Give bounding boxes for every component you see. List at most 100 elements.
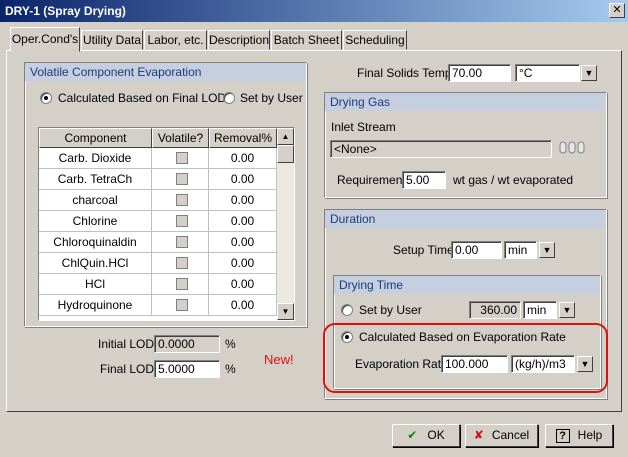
table-row[interactable]: Chloroquinaldin 0.00: [39, 232, 277, 253]
tab-labor[interactable]: Labor, etc.: [144, 30, 207, 50]
setup-time-unit-select[interactable]: min: [504, 241, 537, 259]
volatile-checkbox[interactable]: [176, 215, 188, 227]
volatile-cell: [152, 295, 209, 316]
column-header-component: Component: [39, 128, 152, 148]
ok-button-label: OK: [427, 428, 445, 442]
tab-description[interactable]: Description: [208, 30, 270, 50]
cancel-x-icon: ✘: [473, 428, 484, 442]
cancel-button[interactable]: ✘ Cancel: [465, 424, 538, 447]
component-cell: ChlQuin.HCl: [39, 253, 152, 274]
chevron-down-icon[interactable]: ▼: [539, 242, 555, 258]
final-lod-field[interactable]: 5.0000: [154, 360, 220, 378]
requirement-field[interactable]: 5.00: [402, 171, 446, 189]
close-button[interactable]: ✕: [609, 3, 625, 18]
component-cell: Chloroquinaldin: [39, 232, 152, 253]
help-icon: ?: [555, 429, 570, 443]
scroll-up-icon[interactable]: ▲: [277, 128, 294, 145]
radio-calc-final-lod[interactable]: [40, 92, 52, 104]
table-row[interactable]: Carb. TetraCh 0.00: [39, 169, 277, 190]
volatile-cell: [152, 190, 209, 211]
initial-lod-label: Initial LOD: [98, 337, 155, 351]
drying-user-time-field: 360.00: [469, 301, 521, 319]
help-button[interactable]: ? Help: [545, 424, 613, 447]
removal-cell[interactable]: 0.00: [209, 211, 277, 232]
tab-label: Utility Data: [82, 33, 141, 47]
volatile-cell: [152, 253, 209, 274]
new-annotation-label: New!: [264, 352, 294, 367]
group-header: Volatile Component Evaporation: [25, 63, 306, 81]
ok-button[interactable]: ✔ OK: [392, 424, 460, 447]
requirement-unit: wt gas / wt evaporated: [453, 173, 574, 187]
group-header: Drying Time: [334, 276, 600, 294]
radio-calc-final-lod-label: Calculated Based on Final LOD: [58, 91, 227, 105]
volatile-checkbox[interactable]: [176, 194, 188, 206]
component-cell: Carb. Dioxide: [39, 148, 152, 169]
volatile-checkbox[interactable]: [176, 257, 188, 269]
volatile-cell: [152, 211, 209, 232]
component-cell: Chlorine: [39, 211, 152, 232]
table-row[interactable]: ChlQuin.HCl 0.00: [39, 253, 277, 274]
radio-drying-set-by-user[interactable]: [341, 304, 353, 316]
cancel-button-label: Cancel: [491, 428, 530, 442]
inlet-stream-field[interactable]: <None>: [330, 140, 552, 158]
setup-time-label: Setup Time: [393, 243, 454, 257]
tab-scheduling[interactable]: Scheduling: [343, 30, 407, 50]
final-solids-temp-label: Final Solids Temp.: [357, 66, 455, 80]
removal-cell[interactable]: 0.00: [209, 274, 277, 295]
inlet-stream-label: Inlet Stream: [331, 120, 396, 134]
table-row[interactable]: Hydroquinone 0.00: [39, 295, 277, 316]
component-cell: charcoal: [39, 190, 152, 211]
help-button-label: Help: [577, 428, 603, 442]
volatile-checkbox[interactable]: [176, 173, 188, 185]
table-row[interactable]: charcoal 0.00: [39, 190, 277, 211]
group-header: Duration: [325, 210, 606, 228]
chevron-down-icon[interactable]: ▼: [559, 302, 575, 318]
setup-time-field[interactable]: 0.00: [451, 241, 502, 259]
scroll-thumb[interactable]: [277, 145, 294, 163]
tab-label: Description: [209, 33, 270, 47]
final-solids-temp-field[interactable]: 70.00: [448, 64, 511, 82]
radio-drying-set-by-user-label: Set by User: [359, 303, 422, 317]
tab-label: Labor, etc.: [147, 33, 204, 47]
component-cell: HCl: [39, 274, 152, 295]
volatile-checkbox[interactable]: [176, 299, 188, 311]
checkmark-icon: ✔: [407, 428, 418, 442]
removal-cell[interactable]: 0.00: [209, 295, 277, 316]
table-row[interactable]: HCl 0.00: [39, 274, 277, 295]
final-lod-label: Final LOD: [100, 362, 155, 376]
table-scrollbar[interactable]: ▲ ▼: [277, 128, 294, 320]
volatile-cell: [152, 232, 209, 253]
close-icon: ✕: [612, 4, 622, 16]
window-title: DRY-1 (Spray Drying): [5, 4, 126, 18]
group-header: Drying Gas: [325, 93, 606, 111]
initial-lod-field: 0.0000: [154, 335, 220, 353]
tab-utility-data[interactable]: Utility Data: [81, 30, 143, 50]
volatile-checkbox[interactable]: [176, 152, 188, 164]
tab-batch-sheet[interactable]: Batch Sheet: [271, 30, 342, 50]
initial-lod-unit: %: [225, 337, 236, 351]
scroll-down-icon[interactable]: ▼: [277, 303, 294, 320]
removal-cell[interactable]: 0.00: [209, 148, 277, 169]
volatile-checkbox[interactable]: [176, 278, 188, 290]
drying-user-unit-select[interactable]: min: [523, 301, 557, 319]
removal-cell[interactable]: 0.00: [209, 190, 277, 211]
highlight-oval: [323, 323, 608, 393]
volatile-checkbox[interactable]: [176, 236, 188, 248]
volatile-cell: [152, 148, 209, 169]
tab-label: Scheduling: [345, 33, 405, 47]
table-row[interactable]: Carb. Dioxide 0.00: [39, 148, 277, 169]
test-tubes-icon[interactable]: [558, 141, 586, 157]
volatile-cell: [152, 169, 209, 190]
removal-cell[interactable]: 0.00: [209, 232, 277, 253]
component-table: Component Volatile? Removal% Carb. Dioxi…: [38, 127, 295, 321]
chevron-down-icon[interactable]: ▼: [581, 65, 597, 81]
final-lod-unit: %: [225, 362, 236, 376]
temp-unit-select[interactable]: °C: [515, 64, 580, 82]
radio-set-by-user[interactable]: [223, 92, 235, 104]
component-cell: Carb. TetraCh: [39, 169, 152, 190]
table-row[interactable]: Chlorine 0.00: [39, 211, 277, 232]
removal-cell[interactable]: 0.00: [209, 169, 277, 190]
column-header-removal: Removal%: [209, 128, 277, 148]
removal-cell[interactable]: 0.00: [209, 253, 277, 274]
tab-oper-conds[interactable]: Oper.Cond's: [10, 27, 80, 52]
